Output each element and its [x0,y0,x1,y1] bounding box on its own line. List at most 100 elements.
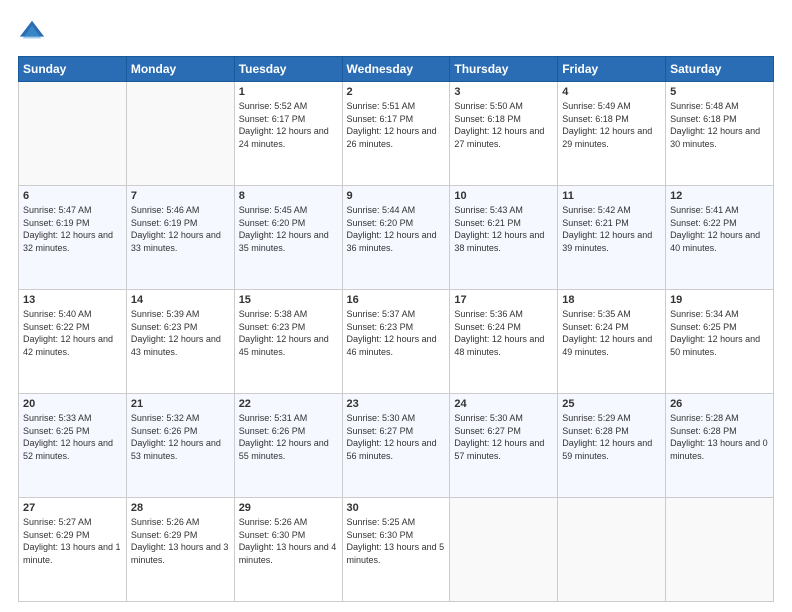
day-info: Sunrise: 5:52 AMSunset: 6:17 PMDaylight:… [239,100,338,150]
day-number: 7 [131,190,230,202]
week-row-3: 13 Sunrise: 5:40 AMSunset: 6:22 PMDayligh… [19,290,774,394]
day-header-tuesday: Tuesday [234,57,342,82]
day-info: Sunrise: 5:40 AMSunset: 6:22 PMDaylight:… [23,308,122,358]
day-number: 6 [23,190,122,202]
day-cell: 25 Sunrise: 5:29 AMSunset: 6:28 PMDayligh… [558,394,666,498]
day-number: 30 [347,502,446,514]
day-info: Sunrise: 5:30 AMSunset: 6:27 PMDaylight:… [347,412,446,462]
day-cell: 5 Sunrise: 5:48 AMSunset: 6:18 PMDaylight… [666,82,774,186]
day-cell: 2 Sunrise: 5:51 AMSunset: 6:17 PMDaylight… [342,82,450,186]
day-cell [126,82,234,186]
day-number: 23 [347,398,446,410]
day-info: Sunrise: 5:44 AMSunset: 6:20 PMDaylight:… [347,204,446,254]
day-number: 29 [239,502,338,514]
day-cell [558,498,666,602]
day-cell [19,82,127,186]
day-number: 3 [454,86,553,98]
day-cell: 8 Sunrise: 5:45 AMSunset: 6:20 PMDaylight… [234,186,342,290]
day-info: Sunrise: 5:33 AMSunset: 6:25 PMDaylight:… [23,412,122,462]
day-cell: 26 Sunrise: 5:28 AMSunset: 6:28 PMDayligh… [666,394,774,498]
day-cell: 1Sunrise: 5:52 AMSunset: 6:17 PMDaylight… [234,82,342,186]
day-info: Sunrise: 5:51 AMSunset: 6:17 PMDaylight:… [347,100,446,150]
day-info: Sunrise: 5:35 AMSunset: 6:24 PMDaylight:… [562,308,661,358]
day-number: 2 [347,86,446,98]
logo-icon [18,18,46,46]
day-cell: 14 Sunrise: 5:39 AMSunset: 6:23 PMDayligh… [126,290,234,394]
day-number: 12 [670,190,769,202]
day-number: 10 [454,190,553,202]
day-info: Sunrise: 5:34 AMSunset: 6:25 PMDaylight:… [670,308,769,358]
logo [18,18,50,46]
day-number: 27 [23,502,122,514]
day-cell: 17 Sunrise: 5:36 AMSunset: 6:24 PMDayligh… [450,290,558,394]
day-cell: 27 Sunrise: 5:27 AMSunset: 6:29 PMDayligh… [19,498,127,602]
day-info: Sunrise: 5:48 AMSunset: 6:18 PMDaylight:… [670,100,769,150]
day-info: Sunrise: 5:28 AMSunset: 6:28 PMDaylight:… [670,412,769,462]
day-number: 9 [347,190,446,202]
day-cell: 21 Sunrise: 5:32 AMSunset: 6:26 PMDayligh… [126,394,234,498]
day-number: 25 [562,398,661,410]
day-number: 14 [131,294,230,306]
day-cell: 3 Sunrise: 5:50 AMSunset: 6:18 PMDaylight… [450,82,558,186]
day-cell: 22 Sunrise: 5:31 AMSunset: 6:26 PMDayligh… [234,394,342,498]
day-info: Sunrise: 5:36 AMSunset: 6:24 PMDaylight:… [454,308,553,358]
day-info: Sunrise: 5:38 AMSunset: 6:23 PMDaylight:… [239,308,338,358]
header [18,18,774,46]
day-cell: 24 Sunrise: 5:30 AMSunset: 6:27 PMDayligh… [450,394,558,498]
day-info: Sunrise: 5:45 AMSunset: 6:20 PMDaylight:… [239,204,338,254]
calendar-table: SundayMondayTuesdayWednesdayThursdayFrid… [18,56,774,602]
day-cell [666,498,774,602]
day-cell: 29 Sunrise: 5:26 AMSunset: 6:30 PMDayligh… [234,498,342,602]
day-info: Sunrise: 5:49 AMSunset: 6:18 PMDaylight:… [562,100,661,150]
calendar-header-row: SundayMondayTuesdayWednesdayThursdayFrid… [19,57,774,82]
day-cell: 6 Sunrise: 5:47 AMSunset: 6:19 PMDaylight… [19,186,127,290]
day-cell: 19 Sunrise: 5:34 AMSunset: 6:25 PMDayligh… [666,290,774,394]
day-info: Sunrise: 5:37 AMSunset: 6:23 PMDaylight:… [347,308,446,358]
day-cell: 20 Sunrise: 5:33 AMSunset: 6:25 PMDayligh… [19,394,127,498]
day-cell: 28Sunrise: 5:26 AMSunset: 6:29 PMDayligh… [126,498,234,602]
day-info: Sunrise: 5:31 AMSunset: 6:26 PMDaylight:… [239,412,338,462]
day-number: 11 [562,190,661,202]
day-info: Sunrise: 5:30 AMSunset: 6:27 PMDaylight:… [454,412,553,462]
day-header-monday: Monday [126,57,234,82]
day-info: Sunrise: 5:26 AMSunset: 6:30 PMDaylight:… [239,516,338,566]
day-number: 13 [23,294,122,306]
day-info: Sunrise: 5:25 AMSunset: 6:30 PMDaylight:… [347,516,446,566]
day-cell: 10 Sunrise: 5:43 AMSunset: 6:21 PMDayligh… [450,186,558,290]
day-info: Sunrise: 5:47 AMSunset: 6:19 PMDaylight:… [23,204,122,254]
day-cell: 12 Sunrise: 5:41 AMSunset: 6:22 PMDayligh… [666,186,774,290]
day-number: 22 [239,398,338,410]
day-header-wednesday: Wednesday [342,57,450,82]
day-cell: 30 Sunrise: 5:25 AMSunset: 6:30 PMDayligh… [342,498,450,602]
day-number: 21 [131,398,230,410]
day-info: Sunrise: 5:43 AMSunset: 6:21 PMDaylight:… [454,204,553,254]
week-row-5: 27 Sunrise: 5:27 AMSunset: 6:29 PMDayligh… [19,498,774,602]
day-number: 24 [454,398,553,410]
day-cell: 13 Sunrise: 5:40 AMSunset: 6:22 PMDayligh… [19,290,127,394]
day-info: Sunrise: 5:46 AMSunset: 6:19 PMDaylight:… [131,204,230,254]
day-info: Sunrise: 5:41 AMSunset: 6:22 PMDaylight:… [670,204,769,254]
day-info: Sunrise: 5:27 AMSunset: 6:29 PMDaylight:… [23,516,122,566]
day-number: 17 [454,294,553,306]
week-row-2: 6 Sunrise: 5:47 AMSunset: 6:19 PMDaylight… [19,186,774,290]
day-number: 15 [239,294,338,306]
day-number: 20 [23,398,122,410]
page: SundayMondayTuesdayWednesdayThursdayFrid… [0,0,792,612]
day-number: 5 [670,86,769,98]
day-number: 8 [239,190,338,202]
day-info: Sunrise: 5:39 AMSunset: 6:23 PMDaylight:… [131,308,230,358]
day-info: Sunrise: 5:29 AMSunset: 6:28 PMDaylight:… [562,412,661,462]
day-cell: 23 Sunrise: 5:30 AMSunset: 6:27 PMDayligh… [342,394,450,498]
day-header-saturday: Saturday [666,57,774,82]
day-cell: 15 Sunrise: 5:38 AMSunset: 6:23 PMDayligh… [234,290,342,394]
day-info: Sunrise: 5:32 AMSunset: 6:26 PMDaylight:… [131,412,230,462]
week-row-1: 1Sunrise: 5:52 AMSunset: 6:17 PMDaylight… [19,82,774,186]
day-number: 28 [131,502,230,514]
day-cell: 9 Sunrise: 5:44 AMSunset: 6:20 PMDaylight… [342,186,450,290]
day-number: 26 [670,398,769,410]
week-row-4: 20 Sunrise: 5:33 AMSunset: 6:25 PMDayligh… [19,394,774,498]
day-info: Sunrise: 5:50 AMSunset: 6:18 PMDaylight:… [454,100,553,150]
day-number: 18 [562,294,661,306]
day-number: 19 [670,294,769,306]
day-cell: 18 Sunrise: 5:35 AMSunset: 6:24 PMDayligh… [558,290,666,394]
